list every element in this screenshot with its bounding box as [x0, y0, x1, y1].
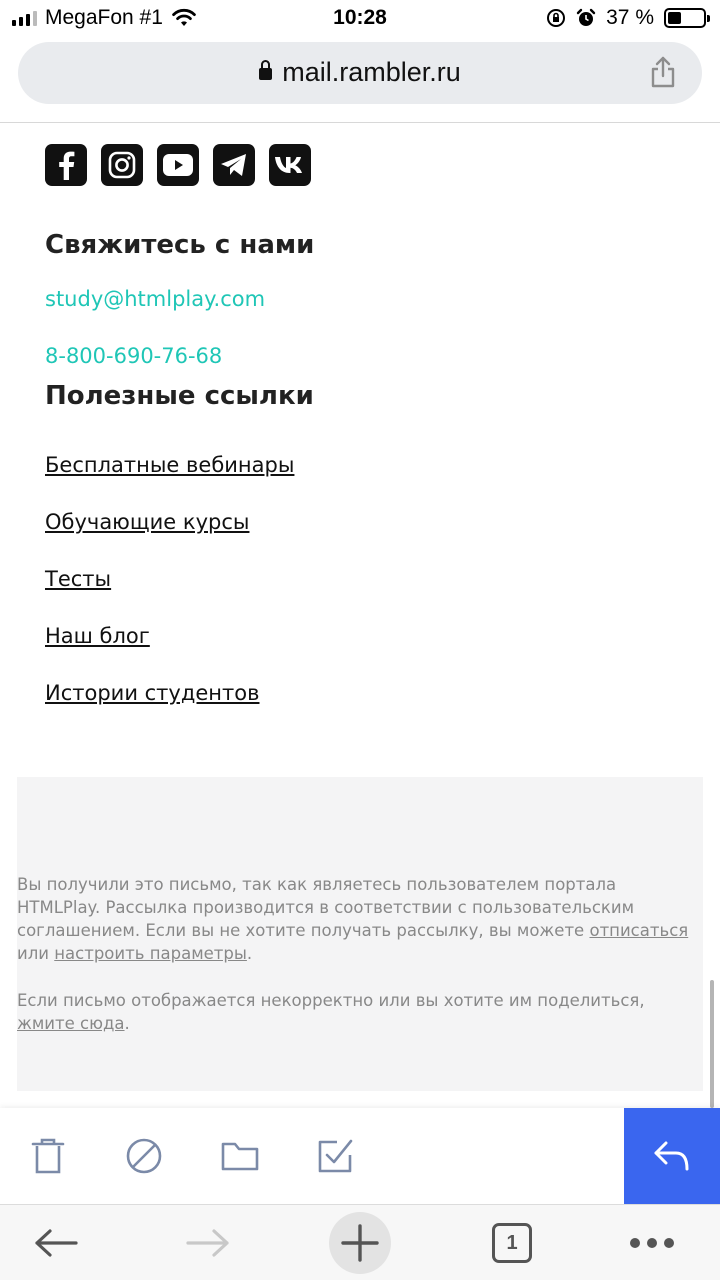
share-icon[interactable] [650, 56, 676, 88]
scroll-indicator[interactable] [710, 980, 714, 1108]
youtube-icon[interactable] [157, 144, 199, 186]
link-blog[interactable]: Наш блог [45, 624, 150, 648]
link-student-stories[interactable]: Истории студентов [45, 681, 259, 705]
url-text: mail.rambler.ru [282, 57, 461, 87]
subscription-notice: Вы получили это письмо, так как являетес… [17, 875, 689, 963]
tab-count: 1 [506, 1231, 518, 1254]
url-display[interactable]: mail.rambler.ru [18, 57, 702, 88]
tabs-icon: 1 [492, 1223, 532, 1263]
instagram-icon[interactable] [101, 144, 143, 186]
phone-link[interactable]: 8-800-690-76-68 [45, 344, 222, 368]
social-links [45, 144, 311, 186]
new-tab-button[interactable] [329, 1212, 391, 1274]
link-courses[interactable]: Обучающие курсы [45, 510, 249, 534]
facebook-icon[interactable] [45, 144, 87, 186]
back-button[interactable] [32, 1219, 80, 1267]
back-arrow-icon [35, 1229, 78, 1257]
email-footer: Вы получили это письмо, так как являетес… [17, 777, 703, 1091]
email-link[interactable]: study@htmlplay.com [45, 287, 265, 311]
divider [0, 122, 720, 123]
click-here-link[interactable]: жмите сюда [17, 1014, 125, 1033]
settings-link[interactable]: настроить параметры [54, 944, 247, 963]
mail-toolbar [0, 1108, 720, 1204]
folder-icon[interactable] [220, 1136, 260, 1176]
reply-button[interactable] [624, 1108, 720, 1204]
more-button[interactable] [628, 1219, 676, 1267]
vk-icon[interactable] [269, 144, 311, 186]
trash-icon[interactable] [28, 1136, 68, 1176]
alarm-icon [576, 8, 596, 26]
link-free-webinars[interactable]: Бесплатные вебинары [45, 453, 294, 477]
contact-heading: Свяжитесь с нами [45, 230, 315, 260]
forward-button[interactable] [184, 1219, 232, 1267]
battery-level [668, 12, 681, 24]
useful-links-heading: Полезные ссылки [45, 381, 314, 411]
reply-icon [654, 1141, 689, 1171]
forward-arrow-icon [186, 1229, 229, 1257]
spam-icon[interactable] [124, 1136, 164, 1176]
battery-icon [664, 8, 710, 28]
tabs-button[interactable]: 1 [490, 1219, 534, 1267]
battery-percent: 37 % [606, 6, 654, 29]
display-notice: Если письмо отображается некорректно или… [17, 991, 645, 1033]
unsubscribe-link[interactable]: отписаться [589, 921, 688, 940]
status-bar: MegaFon #1 10:28 37 % [0, 0, 720, 36]
mark-read-icon[interactable] [316, 1136, 356, 1176]
rotation-lock-icon [547, 9, 566, 27]
link-tests[interactable]: Тесты [45, 567, 111, 591]
lock-icon [259, 60, 273, 80]
new-tab-plus-icon [341, 1224, 379, 1262]
address-bar[interactable]: mail.rambler.ru [18, 42, 702, 104]
telegram-icon[interactable] [213, 144, 255, 186]
status-right: 37 % [546, 6, 710, 30]
more-icon [630, 1238, 674, 1248]
browser-toolbar: 1 [0, 1204, 720, 1280]
